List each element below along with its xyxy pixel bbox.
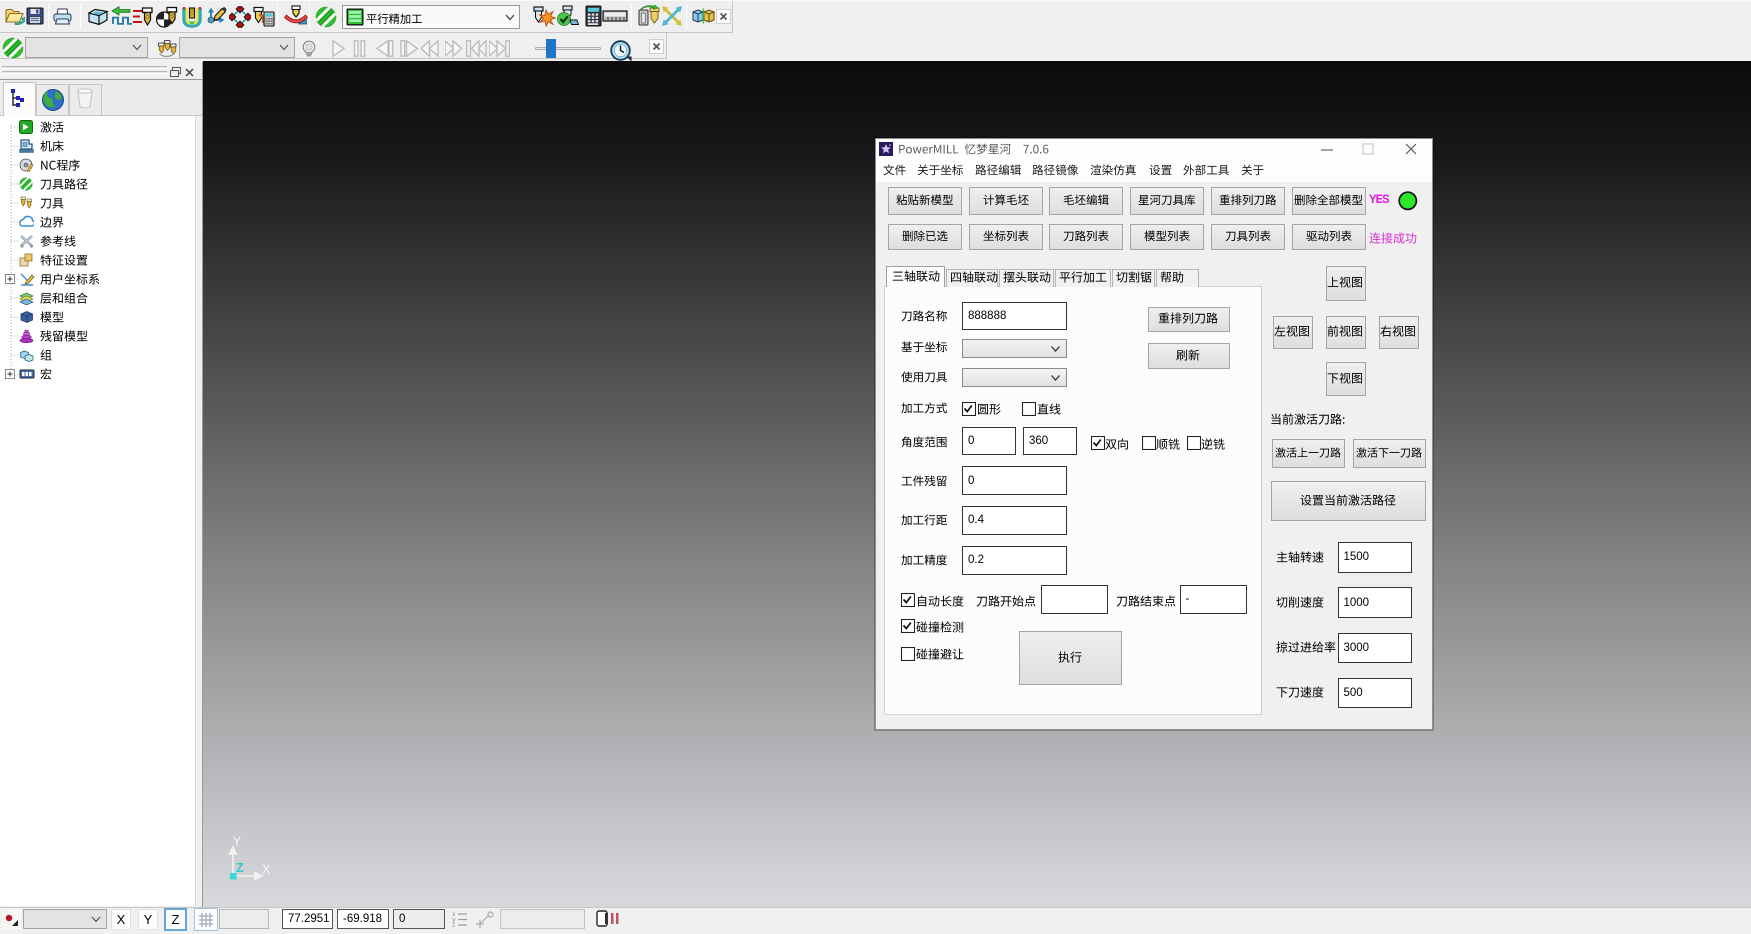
svg-text:Y: Y bbox=[233, 835, 242, 849]
svg-text:X: X bbox=[262, 863, 271, 877]
svg-text:Z: Z bbox=[236, 861, 244, 875]
svg-text:z: z bbox=[452, 922, 456, 928]
